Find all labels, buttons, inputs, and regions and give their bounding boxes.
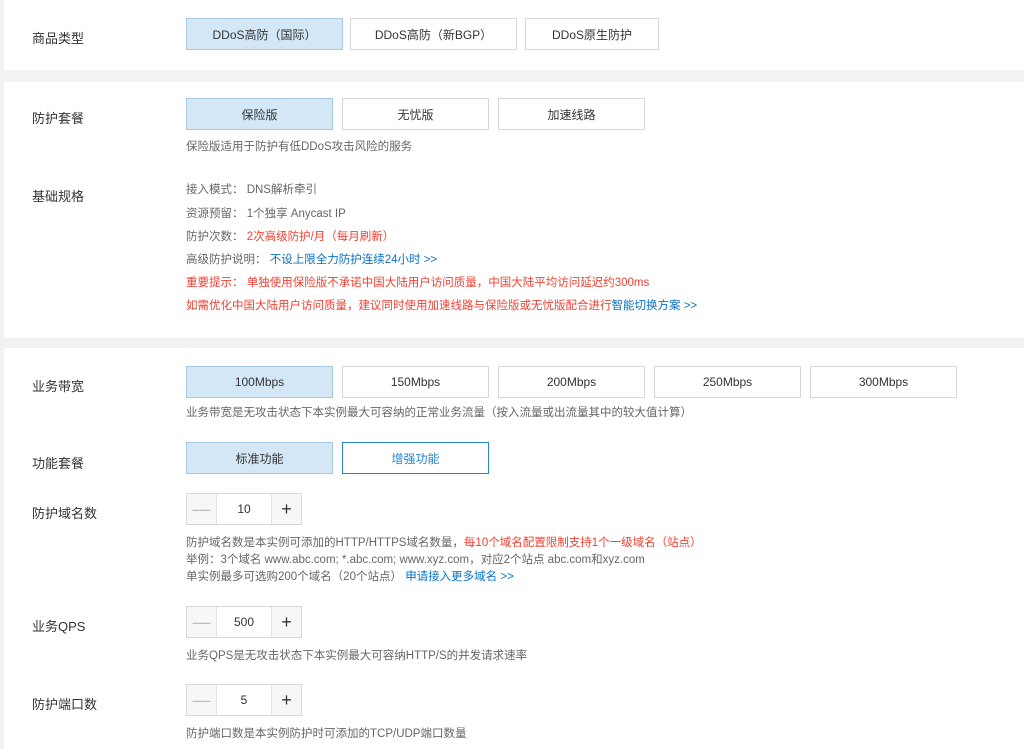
qps-decrement-button[interactable]: — (187, 607, 217, 637)
ports-decrement-button[interactable]: — (187, 685, 217, 715)
qps-label: 业务QPS (32, 619, 86, 634)
product-type-label: 商品类型 (32, 31, 85, 46)
product-type-section: 商品类型 DDoS高防（国际） DDoS高防（新BGP） DDoS原生防护 (4, 0, 1024, 70)
ports-value[interactable]: 5 (217, 685, 271, 715)
plan-option-accel-line[interactable]: 加速线路 (498, 98, 645, 130)
plan-option-insurance[interactable]: 保险版 (186, 98, 333, 130)
domains-label: 防护域名数 (32, 506, 98, 521)
function-option-standard[interactable]: 标准功能 (186, 442, 333, 474)
domains-desc-1: 防护域名数是本实例可添加的HTTP/HTTPS域名数量，每10个域名配置限制支持… (186, 535, 702, 552)
function-plan-label: 功能套餐 (32, 456, 85, 471)
bandwidth-description: 业务带宽是无攻击状态下本实例最大可容纳的正常业务流量（按入流量或出流量其中的较大… (186, 407, 692, 419)
domains-value[interactable]: 10 (217, 494, 271, 524)
domains-decrement-button[interactable]: — (187, 494, 217, 524)
plan-description: 保险版适用于防护有低DDoS攻击风险的服务 (186, 141, 413, 153)
bandwidth-option-300[interactable]: 300Mbps (810, 366, 957, 398)
domains-desc-1b: 每10个域名配置限制支持1个一级域名（站点） (463, 537, 702, 549)
access-mode-text: 接入模式： DNS解析牵引 (186, 184, 317, 196)
protect-count-value: 2次高级防护/月（每月刷新） (246, 231, 395, 243)
smart-switch-link[interactable]: 智能切换方案 >> (612, 300, 698, 312)
bandwidth-option-100[interactable]: 100Mbps (186, 366, 333, 398)
bandwidth-option-200[interactable]: 200Mbps (498, 366, 645, 398)
product-type-option-native[interactable]: DDoS原生防护 (525, 18, 659, 50)
protection-section: 防护套餐 保险版 无忧版 加速线路 保险版适用于防护有低DDoS攻击风险的服务 … (4, 82, 1024, 338)
domains-desc-1a: 防护域名数是本实例可添加的HTTP/HTTPS域名数量， (186, 537, 464, 549)
important-notice: 重要提示： 单独使用保险版不承诺中国大陆用户访问质量，中国大陆平均访问延迟约30… (186, 277, 650, 289)
optimize-row: 如需优化中国大陆用户访问质量，建议同时使用加速线路与保险版或无忧版配合进行智能切… (186, 295, 697, 318)
protect-count-row: 防护次数： 2次高级防护/月（每月刷新） (186, 226, 394, 249)
function-option-enhanced[interactable]: 增强功能 (342, 442, 489, 474)
ports-increment-button[interactable]: + (271, 685, 301, 715)
ports-description: 防护端口数是本实例防护时可添加的TCP/UDP端口数量 (186, 728, 467, 740)
advanced-protect-row: 高级防护说明： 不设上限全力防护连续24小时 >> (186, 249, 437, 272)
qps-stepper: — 500 + (186, 606, 302, 638)
apply-more-domains-link[interactable]: 申请接入更多域名 >> (405, 571, 514, 583)
bandwidth-option-150[interactable]: 150Mbps (342, 366, 489, 398)
protect-count-label: 防护次数： (186, 231, 244, 243)
protection-plan-label: 防护套餐 (32, 111, 85, 126)
basic-spec-label: 基础规格 (32, 189, 85, 204)
domains-increment-button[interactable]: + (271, 494, 301, 524)
resource-text: 资源预留： 1个独享 Anycast IP (186, 208, 346, 220)
advanced-protect-label: 高级防护说明： (186, 254, 267, 266)
domains-desc-3: 单实例最多可选购200个域名（20个站点） 申请接入更多域名 >> (186, 569, 514, 586)
product-type-option-bgp[interactable]: DDoS高防（新BGP） (350, 18, 517, 50)
domains-desc-3a: 单实例最多可选购200个域名（20个站点） (186, 571, 402, 583)
qps-increment-button[interactable]: + (271, 607, 301, 637)
advanced-protect-link[interactable]: 不设上限全力防护连续24小时 >> (270, 254, 437, 266)
qps-description: 业务QPS是无攻击状态下本实例最大可容纳HTTP/S的并发请求速率 (186, 650, 528, 662)
plan-option-worry-free[interactable]: 无忧版 (342, 98, 489, 130)
qps-value[interactable]: 500 (217, 607, 271, 637)
domains-desc-2: 举例：3个域名 www.abc.com; *.abc.com; www.xyz.… (186, 554, 645, 566)
optimize-text: 如需优化中国大陆用户访问质量，建议同时使用加速线路与保险版或无忧版配合进行 (186, 300, 612, 312)
bandwidth-option-250[interactable]: 250Mbps (654, 366, 801, 398)
bandwidth-label: 业务带宽 (32, 379, 85, 394)
domains-stepper: — 10 + (186, 493, 302, 525)
business-section: 业务带宽 100Mbps 150Mbps 200Mbps 250Mbps 300… (4, 348, 1024, 749)
product-type-option-intl[interactable]: DDoS高防（国际） (186, 18, 343, 50)
ports-stepper: — 5 + (186, 684, 302, 716)
ports-label: 防护端口数 (32, 697, 98, 712)
